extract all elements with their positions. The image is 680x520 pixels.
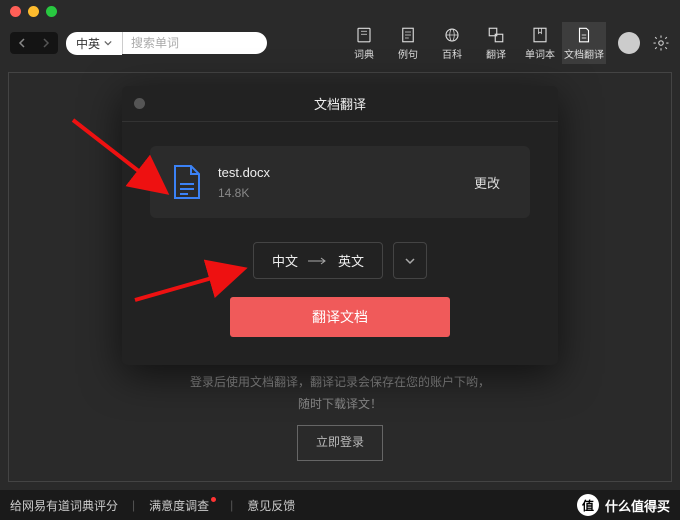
chevron-down-icon [104,39,112,47]
back-button[interactable] [10,32,34,54]
caret-down-icon [405,256,415,266]
tab-examples[interactable]: 例句 [386,22,430,64]
hint-line1: 登录后使用文档翻译，翻译记录会保存在您的账户下哟， [9,372,671,394]
book-icon [355,26,373,44]
modal-close-dot[interactable] [134,98,145,109]
file-name: test.docx [218,165,450,180]
file-card: test.docx 14.8K 更改 [150,146,530,218]
tab-bar: 词典 例句 百科 翻译 单词本 文档翻译 [342,22,606,64]
modal-title: 文档翻译 [314,94,366,113]
tab-wordbook[interactable]: 单词本 [518,22,562,64]
lang-to: 英文 [338,251,364,270]
tab-translate[interactable]: 翻译 [474,22,518,64]
hint-line2: 随时下载译文！ [9,394,671,416]
lang-selector[interactable]: 中文 英文 [253,242,383,279]
app-window: 中英 搜索单词 词典 例句 百科 翻译 单词本 文档翻译 登录后使用文档翻译，翻… [0,0,680,520]
tab-label: 单词本 [525,46,555,61]
tab-label: 词典 [354,46,374,61]
titlebar [0,0,680,22]
lang-pair-pill[interactable]: 中英 [66,32,122,55]
forward-button[interactable] [34,32,58,54]
file-icon [172,164,202,200]
search-input[interactable]: 搜索单词 [122,32,267,54]
lang-selector-row: 中文 英文 [122,242,558,279]
gear-icon[interactable] [652,34,670,52]
toolbar: 中英 搜索单词 词典 例句 百科 翻译 单词本 文档翻译 [0,22,680,64]
avatar[interactable] [618,32,640,54]
tab-label: 百科 [442,46,462,61]
lang-from: 中文 [272,251,298,270]
file-info: test.docx 14.8K [218,165,450,200]
lang-pair-label: 中英 [76,35,100,52]
tab-doc-translate[interactable]: 文档翻译 [562,22,606,64]
footer-feedback-link[interactable]: 意见反馈 [247,497,295,514]
lang-dropdown-button[interactable] [393,242,427,279]
footer-survey-link[interactable]: 满意度调查 [149,497,216,514]
tab-label: 翻译 [486,46,506,61]
tab-label: 例句 [398,46,418,61]
globe-icon [443,26,461,44]
change-file-button[interactable]: 更改 [466,169,508,196]
doc-translate-modal: 文档翻译 test.docx 14.8K 更改 中文 英文 [122,86,558,365]
nav-buttons [10,32,58,54]
login-hint: 登录后使用文档翻译，翻译记录会保存在您的账户下哟， 随时下载译文！ 立即登录 [9,372,671,461]
watermark: 值 什么值得买 [577,494,670,516]
footer-rate-link[interactable]: 给网易有道词典评分 [10,497,118,514]
search-placeholder: 搜索单词 [131,34,179,51]
minimize-dot[interactable] [28,6,39,17]
watermark-text: 什么值得买 [605,496,670,515]
close-dot[interactable] [10,6,21,17]
tab-dictionary[interactable]: 词典 [342,22,386,64]
bookmark-icon [531,26,549,44]
tab-label: 文档翻译 [564,46,604,61]
modal-header: 文档翻译 [122,86,558,122]
file-size: 14.8K [218,186,450,200]
zoom-dot[interactable] [46,6,57,17]
tab-encyclopedia[interactable]: 百科 [430,22,474,64]
translate-button[interactable]: 翻译文档 [230,297,450,337]
file-translate-icon [575,26,593,44]
arrow-right-icon [308,257,328,265]
notification-dot [211,497,216,502]
document-icon [399,26,417,44]
login-button[interactable]: 立即登录 [297,425,383,461]
watermark-badge: 值 [577,494,599,516]
translate-icon [487,26,505,44]
